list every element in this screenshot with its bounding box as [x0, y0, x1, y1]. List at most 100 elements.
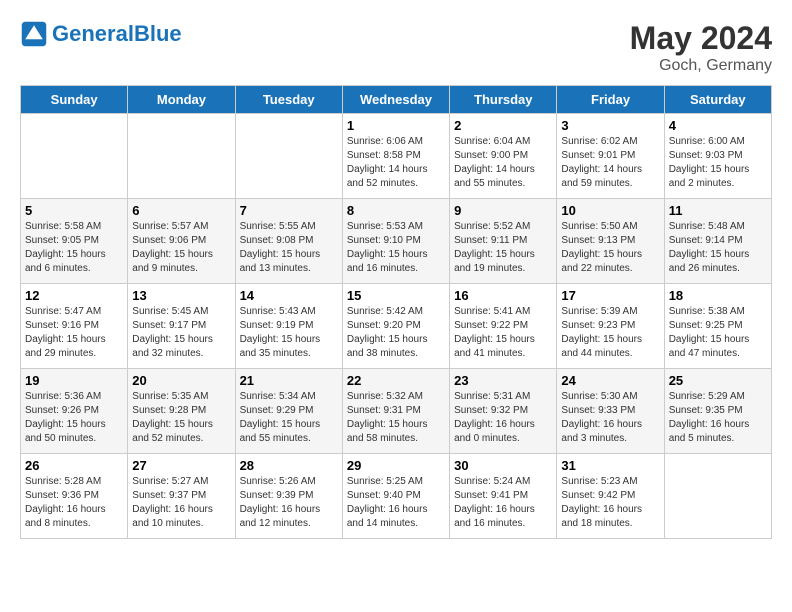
day-info: Sunrise: 5:30 AMSunset: 9:33 PMDaylight:… [561, 390, 659, 446]
calendar-week-row: 26 Sunrise: 5:28 AMSunset: 9:36 PMDayligh… [21, 454, 772, 539]
logo: GeneralBlue [20, 20, 182, 48]
day-number: 23 [454, 373, 552, 388]
calendar-cell: 10 Sunrise: 5:50 AMSunset: 9:13 PMDayligh… [557, 199, 664, 284]
calendar-cell: 9Sunrise: 5:52 AMSunset: 9:11 PMDaylight… [450, 199, 557, 284]
day-number: 18 [669, 288, 767, 303]
calendar-cell: 7 Sunrise: 5:55 AMSunset: 9:08 PMDaylight… [235, 199, 342, 284]
calendar-cell: 16Sunrise: 5:41 AMSunset: 9:22 PMDayligh… [450, 284, 557, 369]
day-info: Sunrise: 6:02 AMSunset: 9:01 PMDaylight:… [561, 135, 659, 191]
day-number: 20 [132, 373, 230, 388]
day-number: 6 [132, 203, 230, 218]
calendar-cell: 8 Sunrise: 5:53 AMSunset: 9:10 PMDaylight… [342, 199, 449, 284]
calendar-cell: 19 Sunrise: 5:36 AMSunset: 9:26 PMDayligh… [21, 369, 128, 454]
day-info: Sunrise: 5:43 AMSunset: 9:19 PMDaylight:… [240, 305, 338, 361]
day-info: Sunrise: 5:29 AMSunset: 9:35 PMDaylight:… [669, 390, 767, 446]
day-number: 4 [669, 118, 767, 133]
day-number: 28 [240, 458, 338, 473]
calendar-cell: 18 Sunrise: 5:38 AMSunset: 9:25 PMDayligh… [664, 284, 771, 369]
day-number: 15 [347, 288, 445, 303]
day-info: Sunrise: 5:50 AMSunset: 9:13 PMDaylight:… [561, 220, 659, 276]
day-info: Sunrise: 5:42 AMSunset: 9:20 PMDaylight:… [347, 305, 445, 361]
calendar-week-row: 5Sunrise: 5:58 AMSunset: 9:05 PMDaylight… [21, 199, 772, 284]
day-number: 11 [669, 203, 767, 218]
calendar-cell: 24 Sunrise: 5:30 AMSunset: 9:33 PMDayligh… [557, 369, 664, 454]
calendar-cell [664, 454, 771, 539]
day-info: Sunrise: 6:06 AMSunset: 8:58 PMDaylight:… [347, 135, 445, 191]
calendar-cell: 30 Sunrise: 5:24 AMSunset: 9:41 PMDayligh… [450, 454, 557, 539]
day-number: 30 [454, 458, 552, 473]
day-info: Sunrise: 5:26 AMSunset: 9:39 PMDaylight:… [240, 475, 338, 531]
day-number: 8 [347, 203, 445, 218]
calendar-cell: 6 Sunrise: 5:57 AMSunset: 9:06 PMDaylight… [128, 199, 235, 284]
day-number: 12 [25, 288, 123, 303]
day-info: Sunrise: 5:38 AMSunset: 9:25 PMDaylight:… [669, 305, 767, 361]
day-number: 10 [561, 203, 659, 218]
calendar-cell: 28 Sunrise: 5:26 AMSunset: 9:39 PMDayligh… [235, 454, 342, 539]
calendar-cell: 13 Sunrise: 5:45 AMSunset: 9:17 PMDayligh… [128, 284, 235, 369]
day-of-week-saturday: Saturday [664, 86, 771, 114]
day-info: Sunrise: 5:25 AMSunset: 9:40 PMDaylight:… [347, 475, 445, 531]
day-number: 22 [347, 373, 445, 388]
day-number: 26 [25, 458, 123, 473]
day-number: 24 [561, 373, 659, 388]
day-number: 31 [561, 458, 659, 473]
calendar-cell: 15 Sunrise: 5:42 AMSunset: 9:20 PMDayligh… [342, 284, 449, 369]
day-info: Sunrise: 5:34 AMSunset: 9:29 PMDaylight:… [240, 390, 338, 446]
day-of-week-thursday: Thursday [450, 86, 557, 114]
day-info: Sunrise: 5:41 AMSunset: 9:22 PMDaylight:… [454, 305, 552, 361]
day-number: 7 [240, 203, 338, 218]
day-info: Sunrise: 5:36 AMSunset: 9:26 PMDaylight:… [25, 390, 123, 446]
day-number: 25 [669, 373, 767, 388]
calendar-cell: 3 Sunrise: 6:02 AMSunset: 9:01 PMDaylight… [557, 114, 664, 199]
day-number: 21 [240, 373, 338, 388]
day-info: Sunrise: 5:48 AMSunset: 9:14 PMDaylight:… [669, 220, 767, 276]
calendar-cell: 2Sunrise: 6:04 AMSunset: 9:00 PMDaylight… [450, 114, 557, 199]
calendar-cell: 17Sunrise: 5:39 AMSunset: 9:23 PMDayligh… [557, 284, 664, 369]
calendar-cell: 14 Sunrise: 5:43 AMSunset: 9:19 PMDayligh… [235, 284, 342, 369]
day-info: Sunrise: 5:45 AMSunset: 9:17 PMDaylight:… [132, 305, 230, 361]
page-header: GeneralBlue May 2024 Goch, Germany [20, 20, 772, 75]
calendar-week-row: 12Sunrise: 5:47 AMSunset: 9:16 PMDayligh… [21, 284, 772, 369]
logo-icon [20, 20, 48, 48]
calendar-cell: 5Sunrise: 5:58 AMSunset: 9:05 PMDaylight… [21, 199, 128, 284]
calendar-cell [21, 114, 128, 199]
month-year: May 2024 [630, 20, 772, 57]
day-info: Sunrise: 5:58 AMSunset: 9:05 PMDaylight:… [25, 220, 123, 276]
day-number: 13 [132, 288, 230, 303]
calendar-cell: 25 Sunrise: 5:29 AMSunset: 9:35 PMDayligh… [664, 369, 771, 454]
calendar-cell [128, 114, 235, 199]
calendar-header-row: SundayMondayTuesdayWednesdayThursdayFrid… [21, 86, 772, 114]
day-info: Sunrise: 5:55 AMSunset: 9:08 PMDaylight:… [240, 220, 338, 276]
calendar-cell: 26 Sunrise: 5:28 AMSunset: 9:36 PMDayligh… [21, 454, 128, 539]
day-of-week-friday: Friday [557, 86, 664, 114]
day-info: Sunrise: 5:24 AMSunset: 9:41 PMDaylight:… [454, 475, 552, 531]
day-info: Sunrise: 5:31 AMSunset: 9:32 PMDaylight:… [454, 390, 552, 446]
calendar-cell: 21 Sunrise: 5:34 AMSunset: 9:29 PMDayligh… [235, 369, 342, 454]
day-info: Sunrise: 5:23 AMSunset: 9:42 PMDaylight:… [561, 475, 659, 531]
calendar-cell: 23 Sunrise: 5:31 AMSunset: 9:32 PMDayligh… [450, 369, 557, 454]
calendar-table: SundayMondayTuesdayWednesdayThursdayFrid… [20, 85, 772, 539]
day-info: Sunrise: 5:28 AMSunset: 9:36 PMDaylight:… [25, 475, 123, 531]
day-number: 3 [561, 118, 659, 133]
day-number: 9 [454, 203, 552, 218]
day-info: Sunrise: 5:27 AMSunset: 9:37 PMDaylight:… [132, 475, 230, 531]
calendar-cell: 4 Sunrise: 6:00 AMSunset: 9:03 PMDaylight… [664, 114, 771, 199]
day-info: Sunrise: 6:00 AMSunset: 9:03 PMDaylight:… [669, 135, 767, 191]
calendar-cell [235, 114, 342, 199]
logo-blue: Blue [134, 21, 182, 46]
day-number: 27 [132, 458, 230, 473]
day-info: Sunrise: 5:53 AMSunset: 9:10 PMDaylight:… [347, 220, 445, 276]
calendar-cell: 22 Sunrise: 5:32 AMSunset: 9:31 PMDayligh… [342, 369, 449, 454]
day-of-week-tuesday: Tuesday [235, 86, 342, 114]
title-block: May 2024 Goch, Germany [630, 20, 772, 75]
day-info: Sunrise: 5:57 AMSunset: 9:06 PMDaylight:… [132, 220, 230, 276]
day-info: Sunrise: 5:32 AMSunset: 9:31 PMDaylight:… [347, 390, 445, 446]
day-number: 14 [240, 288, 338, 303]
day-of-week-monday: Monday [128, 86, 235, 114]
day-of-week-sunday: Sunday [21, 86, 128, 114]
calendar-cell: 29Sunrise: 5:25 AMSunset: 9:40 PMDayligh… [342, 454, 449, 539]
calendar-cell: 20Sunrise: 5:35 AMSunset: 9:28 PMDayligh… [128, 369, 235, 454]
day-number: 17 [561, 288, 659, 303]
location: Goch, Germany [630, 57, 772, 75]
day-number: 19 [25, 373, 123, 388]
